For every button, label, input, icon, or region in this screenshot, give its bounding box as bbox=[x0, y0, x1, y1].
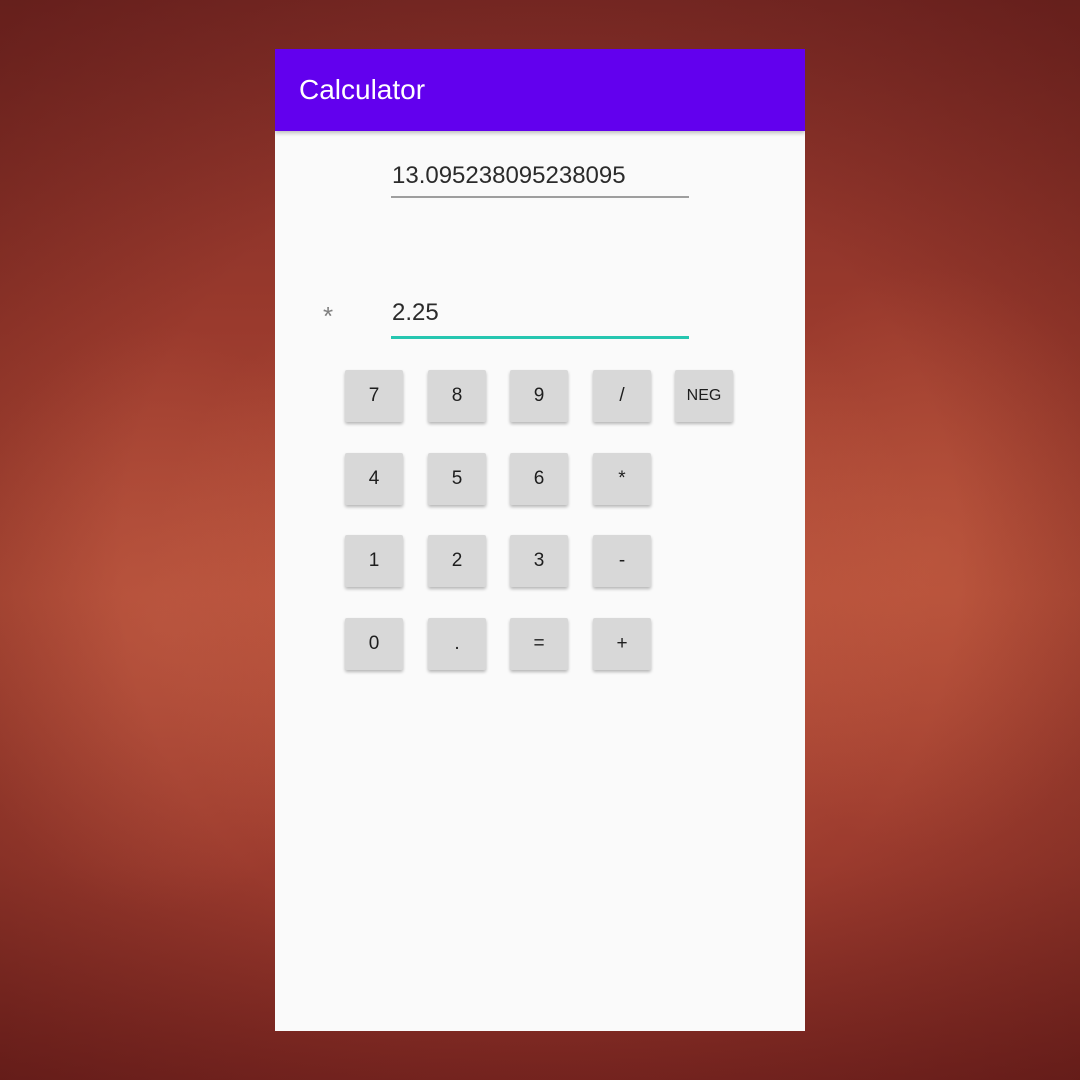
key-8[interactable]: 8 bbox=[428, 370, 486, 422]
result-field[interactable]: 13.095238095238095 bbox=[391, 162, 689, 198]
app-window: Calculator 13.095238095238095 * 2.25 7 8… bbox=[275, 49, 805, 1031]
key-1[interactable]: 1 bbox=[345, 535, 403, 587]
key-9[interactable]: 9 bbox=[510, 370, 568, 422]
key-multiply[interactable]: * bbox=[593, 453, 651, 505]
key-6[interactable]: 6 bbox=[510, 453, 568, 505]
operator-label: * bbox=[323, 301, 334, 331]
key-decimal[interactable]: . bbox=[428, 618, 486, 670]
key-divide[interactable]: / bbox=[593, 370, 651, 422]
key-3[interactable]: 3 bbox=[510, 535, 568, 587]
key-subtract[interactable]: - bbox=[593, 535, 651, 587]
key-add[interactable]: + bbox=[593, 618, 651, 670]
key-negate[interactable]: NEG bbox=[675, 370, 733, 422]
key-equals[interactable]: = bbox=[510, 618, 568, 670]
app-title: Calculator bbox=[299, 74, 426, 105]
key-4[interactable]: 4 bbox=[345, 453, 403, 505]
key-0[interactable]: 0 bbox=[345, 618, 403, 670]
key-2[interactable]: 2 bbox=[428, 535, 486, 587]
app-bar: Calculator bbox=[275, 49, 805, 131]
key-5[interactable]: 5 bbox=[428, 453, 486, 505]
operand-input[interactable]: 2.25 bbox=[391, 299, 689, 339]
key-7[interactable]: 7 bbox=[345, 370, 403, 422]
